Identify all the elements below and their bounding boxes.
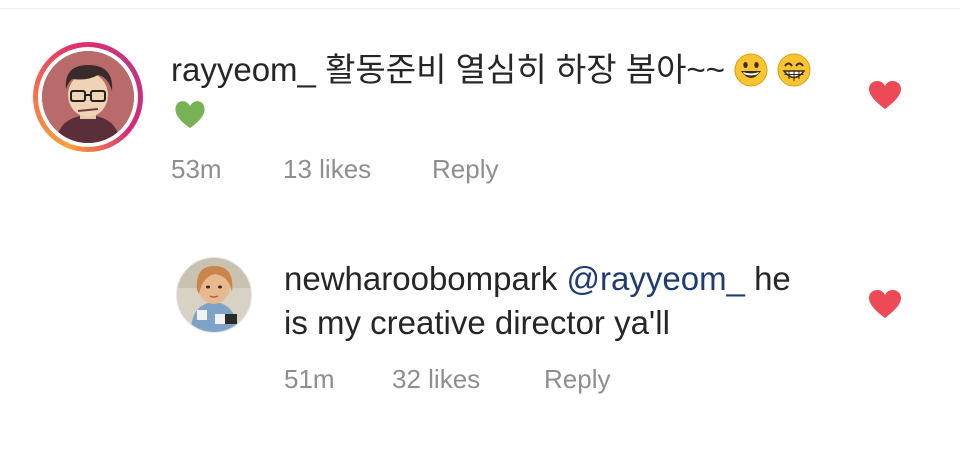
comment-timestamp: 53m [171, 154, 222, 184]
story-ring[interactable] [33, 42, 143, 152]
comment-username[interactable]: rayyeom_ [171, 51, 316, 88]
likes-count[interactable]: 32 likes [392, 364, 480, 395]
grinning-face-icon [734, 53, 768, 87]
green-heart-icon [175, 101, 205, 128]
like-heart-icon[interactable] [868, 289, 902, 319]
like-heart-icon[interactable] [868, 80, 902, 110]
reply-button[interactable]: Reply [432, 154, 498, 185]
grinning-face-with-smiling-eyes-icon [777, 53, 811, 87]
likes-count[interactable]: 13 likes [283, 154, 371, 185]
comment-username[interactable]: newharoobompark [284, 260, 557, 297]
top-divider [0, 8, 960, 9]
comment-body: he [744, 260, 791, 297]
cartoon-face-icon [42, 51, 134, 143]
comment-timestamp: 51m [284, 364, 335, 394]
comment-body: 활동준비 열심히 하장 봄아~~ [325, 51, 726, 88]
reply-button[interactable]: Reply [544, 364, 610, 395]
comment-body-line2: is my creative director ya'll [284, 304, 670, 341]
profile-photo-icon [177, 258, 251, 332]
avatar[interactable] [176, 257, 252, 333]
avatar[interactable] [42, 51, 134, 143]
mention-link[interactable]: @rayyeom_ [567, 260, 745, 297]
